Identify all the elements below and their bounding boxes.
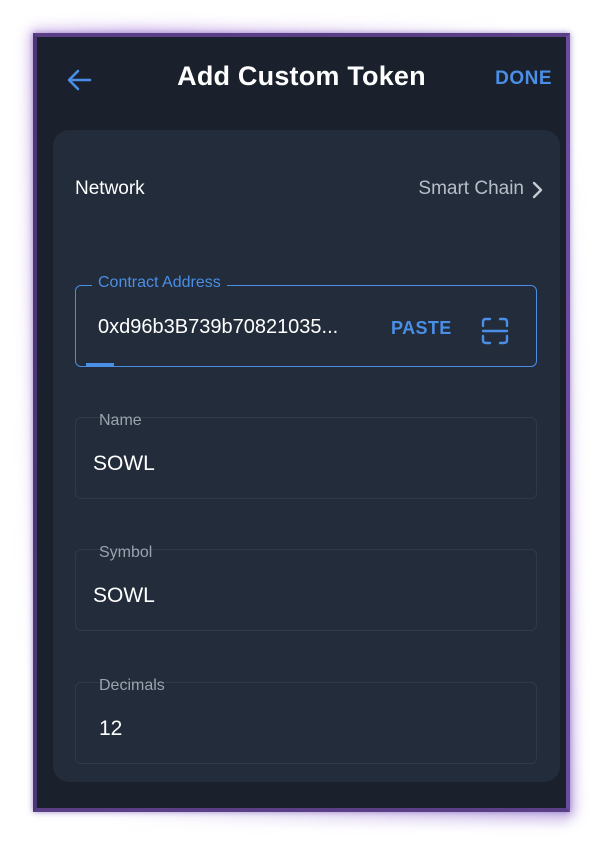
contract-address-input[interactable]: 0xd96b3B739b70821035... xyxy=(98,316,388,339)
decimals-field[interactable]: Decimals 12 xyxy=(75,677,537,764)
network-selector[interactable]: Network Smart Chain xyxy=(53,174,560,206)
name-label: Name xyxy=(99,412,142,429)
page-title: Add Custom Token xyxy=(177,61,426,91)
contract-address-label: Contract Address xyxy=(92,274,227,292)
app-screen: Add Custom Token DONE Network Smart Chai… xyxy=(33,33,570,812)
decimals-label: Decimals xyxy=(99,677,165,694)
token-form-card: Network Smart Chain Contract Address 0xd… xyxy=(53,130,560,782)
done-button[interactable]: DONE xyxy=(495,68,552,90)
name-field[interactable]: Name SOWL xyxy=(75,412,537,499)
name-input[interactable]: SOWL xyxy=(93,452,155,476)
decimals-input[interactable]: 12 xyxy=(99,717,122,741)
qr-scan-icon[interactable] xyxy=(480,316,510,346)
network-label: Network xyxy=(75,178,145,199)
chevron-right-icon xyxy=(532,181,543,199)
top-bar: Add Custom Token DONE xyxy=(37,37,566,127)
screenshot-stage: Add Custom Token DONE Network Smart Chai… xyxy=(0,0,600,846)
symbol-label: Symbol xyxy=(99,544,153,561)
symbol-field[interactable]: Symbol SOWL xyxy=(75,544,537,631)
symbol-input[interactable]: SOWL xyxy=(93,584,155,608)
network-value: Smart Chain xyxy=(418,178,524,199)
paste-button[interactable]: PASTE xyxy=(391,318,452,339)
contract-address-field[interactable]: Contract Address 0xd96b3B739b70821035...… xyxy=(75,274,537,367)
focus-indicator xyxy=(86,363,114,366)
